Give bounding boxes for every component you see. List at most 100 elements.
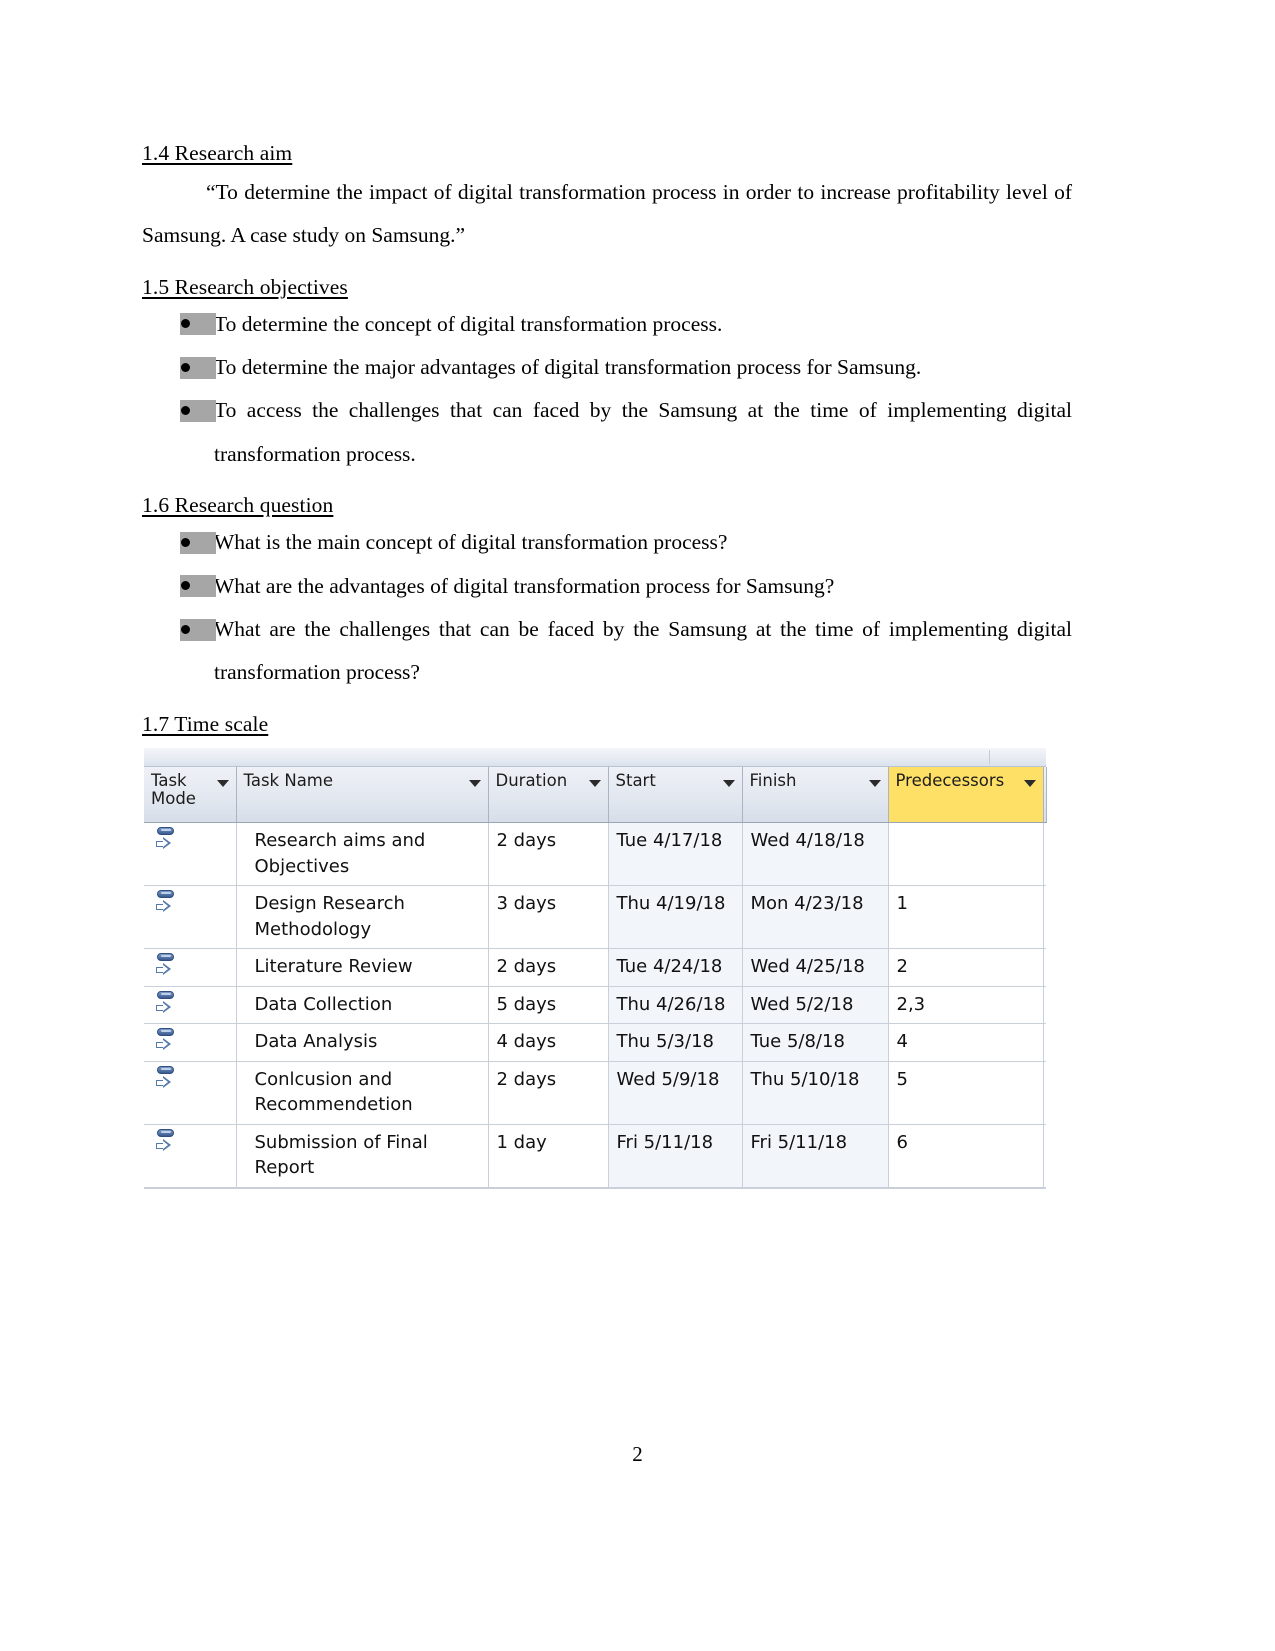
bullet-icon	[180, 575, 216, 598]
list-item-label: To access the challenges that can faced …	[214, 398, 1072, 466]
duration-cell[interactable]: 4 days	[488, 1023, 609, 1062]
finish-cell[interactable]: Thu 5/10/18	[742, 1061, 889, 1125]
start-cell[interactable]: Fri 5/11/18	[608, 1124, 743, 1189]
row-extra-cell	[1043, 822, 1046, 887]
task-name-cell[interactable]: Data Collection	[236, 986, 489, 1025]
predecessors-cell[interactable]: 2,3	[888, 986, 1044, 1025]
row-extra-cell	[1043, 1061, 1046, 1125]
list-item-label: What are the challenges that can be face…	[214, 617, 1072, 685]
manually-scheduled-icon	[156, 1128, 178, 1157]
heading-text: 1.7 Time scale	[142, 711, 269, 736]
manually-scheduled-icon	[156, 1028, 178, 1056]
bullet-icon	[180, 313, 216, 336]
list-item: What are the advantages of digital trans…	[142, 565, 1072, 608]
task-mode-cell[interactable]	[144, 885, 237, 950]
task-mode-cell[interactable]	[144, 948, 237, 987]
table-header-row: Task Mode Task Name Duration Start Finis…	[144, 767, 1047, 823]
duration-cell[interactable]: 2 days	[488, 948, 609, 987]
duration-cell[interactable]: 1 day	[488, 1124, 609, 1189]
task-name-cell[interactable]: Design Research Methodology	[236, 885, 489, 950]
filter-dropdown-icon[interactable]	[868, 780, 881, 787]
research-objectives-list: To determine the concept of digital tran…	[142, 303, 1072, 477]
finish-cell[interactable]: Wed 4/25/18	[742, 948, 889, 987]
predecessors-cell[interactable]: 4	[888, 1023, 1044, 1062]
task-mode-cell[interactable]	[144, 1023, 237, 1062]
bullet-icon	[180, 400, 216, 423]
finish-cell[interactable]: Mon 4/23/18	[742, 885, 889, 950]
table-row[interactable]: Research aims and Objectives 2 days Tue …	[144, 822, 1046, 887]
document-page: 1.4 Research aim “To determine the impac…	[0, 0, 1275, 1651]
column-header-start[interactable]: Start	[608, 767, 743, 823]
list-item-label: What are the advantages of digital trans…	[214, 573, 835, 598]
duration-cell[interactable]: 2 days	[488, 822, 609, 887]
task-name-cell[interactable]: Submission of Final Report	[236, 1124, 489, 1189]
task-name-cell[interactable]: Research aims and Objectives	[236, 822, 489, 887]
start-cell[interactable]: Thu 4/26/18	[608, 986, 743, 1025]
document-body: 1.4 Research aim “To determine the impac…	[142, 140, 1072, 738]
bullet-icon	[180, 356, 216, 379]
task-name-cell[interactable]: Conlcusion and Recommendetion	[236, 1061, 489, 1125]
filter-dropdown-icon[interactable]	[722, 780, 735, 787]
predecessors-cell[interactable]: 2	[888, 948, 1044, 987]
column-header-predecessors[interactable]: Predecessors	[888, 767, 1044, 823]
start-cell[interactable]: Thu 4/19/18	[608, 885, 743, 950]
heading-research-objectives: 1.5 Research objectives	[142, 274, 1072, 301]
project-table-bottom-border	[144, 1188, 1046, 1191]
task-mode-cell[interactable]	[144, 986, 237, 1025]
row-extra-cell	[1043, 948, 1046, 987]
table-row[interactable]: Submission of Final Report 1 day Fri 5/1…	[144, 1124, 1046, 1189]
list-item-label: To determine the concept of digital tran…	[214, 311, 723, 336]
research-aim-paragraph: “To determine the impact of digital tran…	[142, 179, 1072, 248]
task-mode-cell[interactable]	[144, 822, 237, 887]
column-header-label: Predecessors	[895, 771, 1005, 790]
list-item: To determine the major advantages of dig…	[142, 346, 1072, 389]
table-row[interactable]: Data Analysis 4 days Thu 5/3/18 Tue 5/8/…	[144, 1023, 1046, 1062]
finish-cell[interactable]: Wed 4/18/18	[742, 822, 889, 887]
column-header-finish[interactable]: Finish	[742, 767, 889, 823]
task-name-cell[interactable]: Data Analysis	[236, 1023, 489, 1062]
manually-scheduled-icon	[156, 1065, 178, 1094]
heading-research-aim: 1.4 Research aim	[142, 140, 1072, 167]
predecessors-cell[interactable]: 1	[888, 885, 1044, 950]
start-cell[interactable]: Wed 5/9/18	[608, 1061, 743, 1125]
table-row[interactable]: Design Research Methodology 3 days Thu 4…	[144, 885, 1046, 950]
start-cell[interactable]: Tue 4/24/18	[608, 948, 743, 987]
manually-scheduled-icon	[156, 990, 178, 1019]
table-row[interactable]: Data Collection 5 days Thu 4/26/18 Wed 5…	[144, 986, 1046, 1025]
finish-cell[interactable]: Tue 5/8/18	[742, 1023, 889, 1062]
bullet-icon	[180, 531, 216, 554]
predecessors-cell[interactable]: 5	[888, 1061, 1044, 1125]
table-row[interactable]: Literature Review 2 days Tue 4/24/18 Wed…	[144, 948, 1046, 987]
column-header-task-name[interactable]: Task Name	[236, 767, 489, 823]
start-cell[interactable]: Tue 4/17/18	[608, 822, 743, 887]
finish-cell[interactable]: Wed 5/2/18	[742, 986, 889, 1025]
column-header-label: Finish	[749, 771, 797, 790]
list-item: What is the main concept of digital tran…	[142, 521, 1072, 564]
duration-cell[interactable]: 5 days	[488, 986, 609, 1025]
heading-time-scale: 1.7 Time scale	[142, 711, 1072, 738]
start-cell[interactable]: Thu 5/3/18	[608, 1023, 743, 1062]
heading-text: 1.4 Research aim	[142, 141, 293, 165]
column-header-label: Task Mode	[151, 771, 196, 809]
finish-cell[interactable]: Fri 5/11/18	[742, 1124, 889, 1189]
task-mode-cell[interactable]	[144, 1061, 237, 1125]
task-mode-cell[interactable]	[144, 1124, 237, 1189]
list-item: To access the challenges that can faced …	[142, 389, 1072, 476]
column-header-duration[interactable]: Duration	[488, 767, 609, 823]
filter-dropdown-icon[interactable]	[216, 780, 229, 787]
column-header-label: Duration	[495, 771, 568, 790]
filter-dropdown-icon[interactable]	[588, 780, 601, 787]
column-header-task-mode[interactable]: Task Mode	[144, 767, 237, 823]
manually-scheduled-icon	[156, 827, 178, 855]
project-table-body: Research aims and Objectives 2 days Tue …	[144, 822, 1046, 1189]
task-name-cell[interactable]: Literature Review	[236, 948, 489, 987]
predecessors-cell[interactable]	[888, 822, 1044, 887]
row-extra-cell	[1043, 986, 1046, 1025]
filter-dropdown-icon[interactable]	[1023, 780, 1036, 787]
predecessors-cell[interactable]: 6	[888, 1124, 1044, 1189]
research-question-list: What is the main concept of digital tran…	[142, 521, 1072, 695]
duration-cell[interactable]: 2 days	[488, 1061, 609, 1125]
filter-dropdown-icon[interactable]	[468, 780, 481, 787]
duration-cell[interactable]: 3 days	[488, 885, 609, 950]
table-row[interactable]: Conlcusion and Recommendetion 2 days Wed…	[144, 1061, 1046, 1125]
